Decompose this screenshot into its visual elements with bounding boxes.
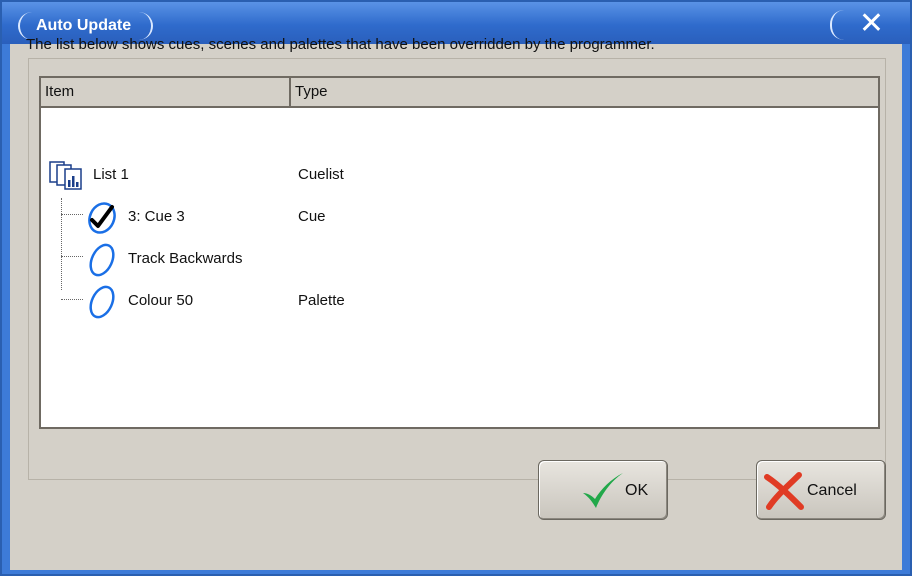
list-row[interactable]: 3: Cue 3 Cue (41, 200, 878, 234)
cancel-x-icon (764, 472, 804, 510)
auto-update-dialog: Auto Update ✕ The list below shows cues,… (0, 0, 912, 576)
row-name: Track Backwards (128, 250, 243, 267)
unchecked-cue-icon (89, 243, 115, 277)
ok-label: OK (625, 482, 649, 499)
row-name: Colour 50 (128, 292, 194, 309)
list-row[interactable]: Colour 50 Palette (41, 284, 878, 319)
unchecked-palette-icon (89, 285, 115, 319)
row-type: Cuelist (298, 166, 344, 183)
list-row[interactable]: List 1 Cuelist (41, 158, 878, 192)
row-name: List 1 (93, 166, 129, 183)
list-row[interactable]: Track Backwards (41, 242, 878, 277)
checked-cue-icon (88, 202, 116, 234)
row-type: Palette (298, 292, 345, 309)
row-type: Cue (298, 208, 326, 225)
list-header: Item Type (41, 78, 878, 108)
description-text: The list below shows cues, scenes and pa… (26, 36, 655, 53)
cancel-label: Cancel (807, 482, 857, 499)
cuelist-icon (49, 161, 82, 190)
cancel-button[interactable]: Cancel (756, 460, 886, 520)
override-list[interactable]: Item Type List 1 Cuelist 3: Cue 3 Cue Tr… (39, 76, 880, 429)
column-header-type[interactable]: Type (291, 78, 878, 106)
checkmark-icon (583, 473, 623, 508)
column-header-item[interactable]: Item (41, 78, 291, 106)
ok-button[interactable]: OK (538, 460, 668, 520)
row-name: 3: Cue 3 (128, 208, 185, 225)
